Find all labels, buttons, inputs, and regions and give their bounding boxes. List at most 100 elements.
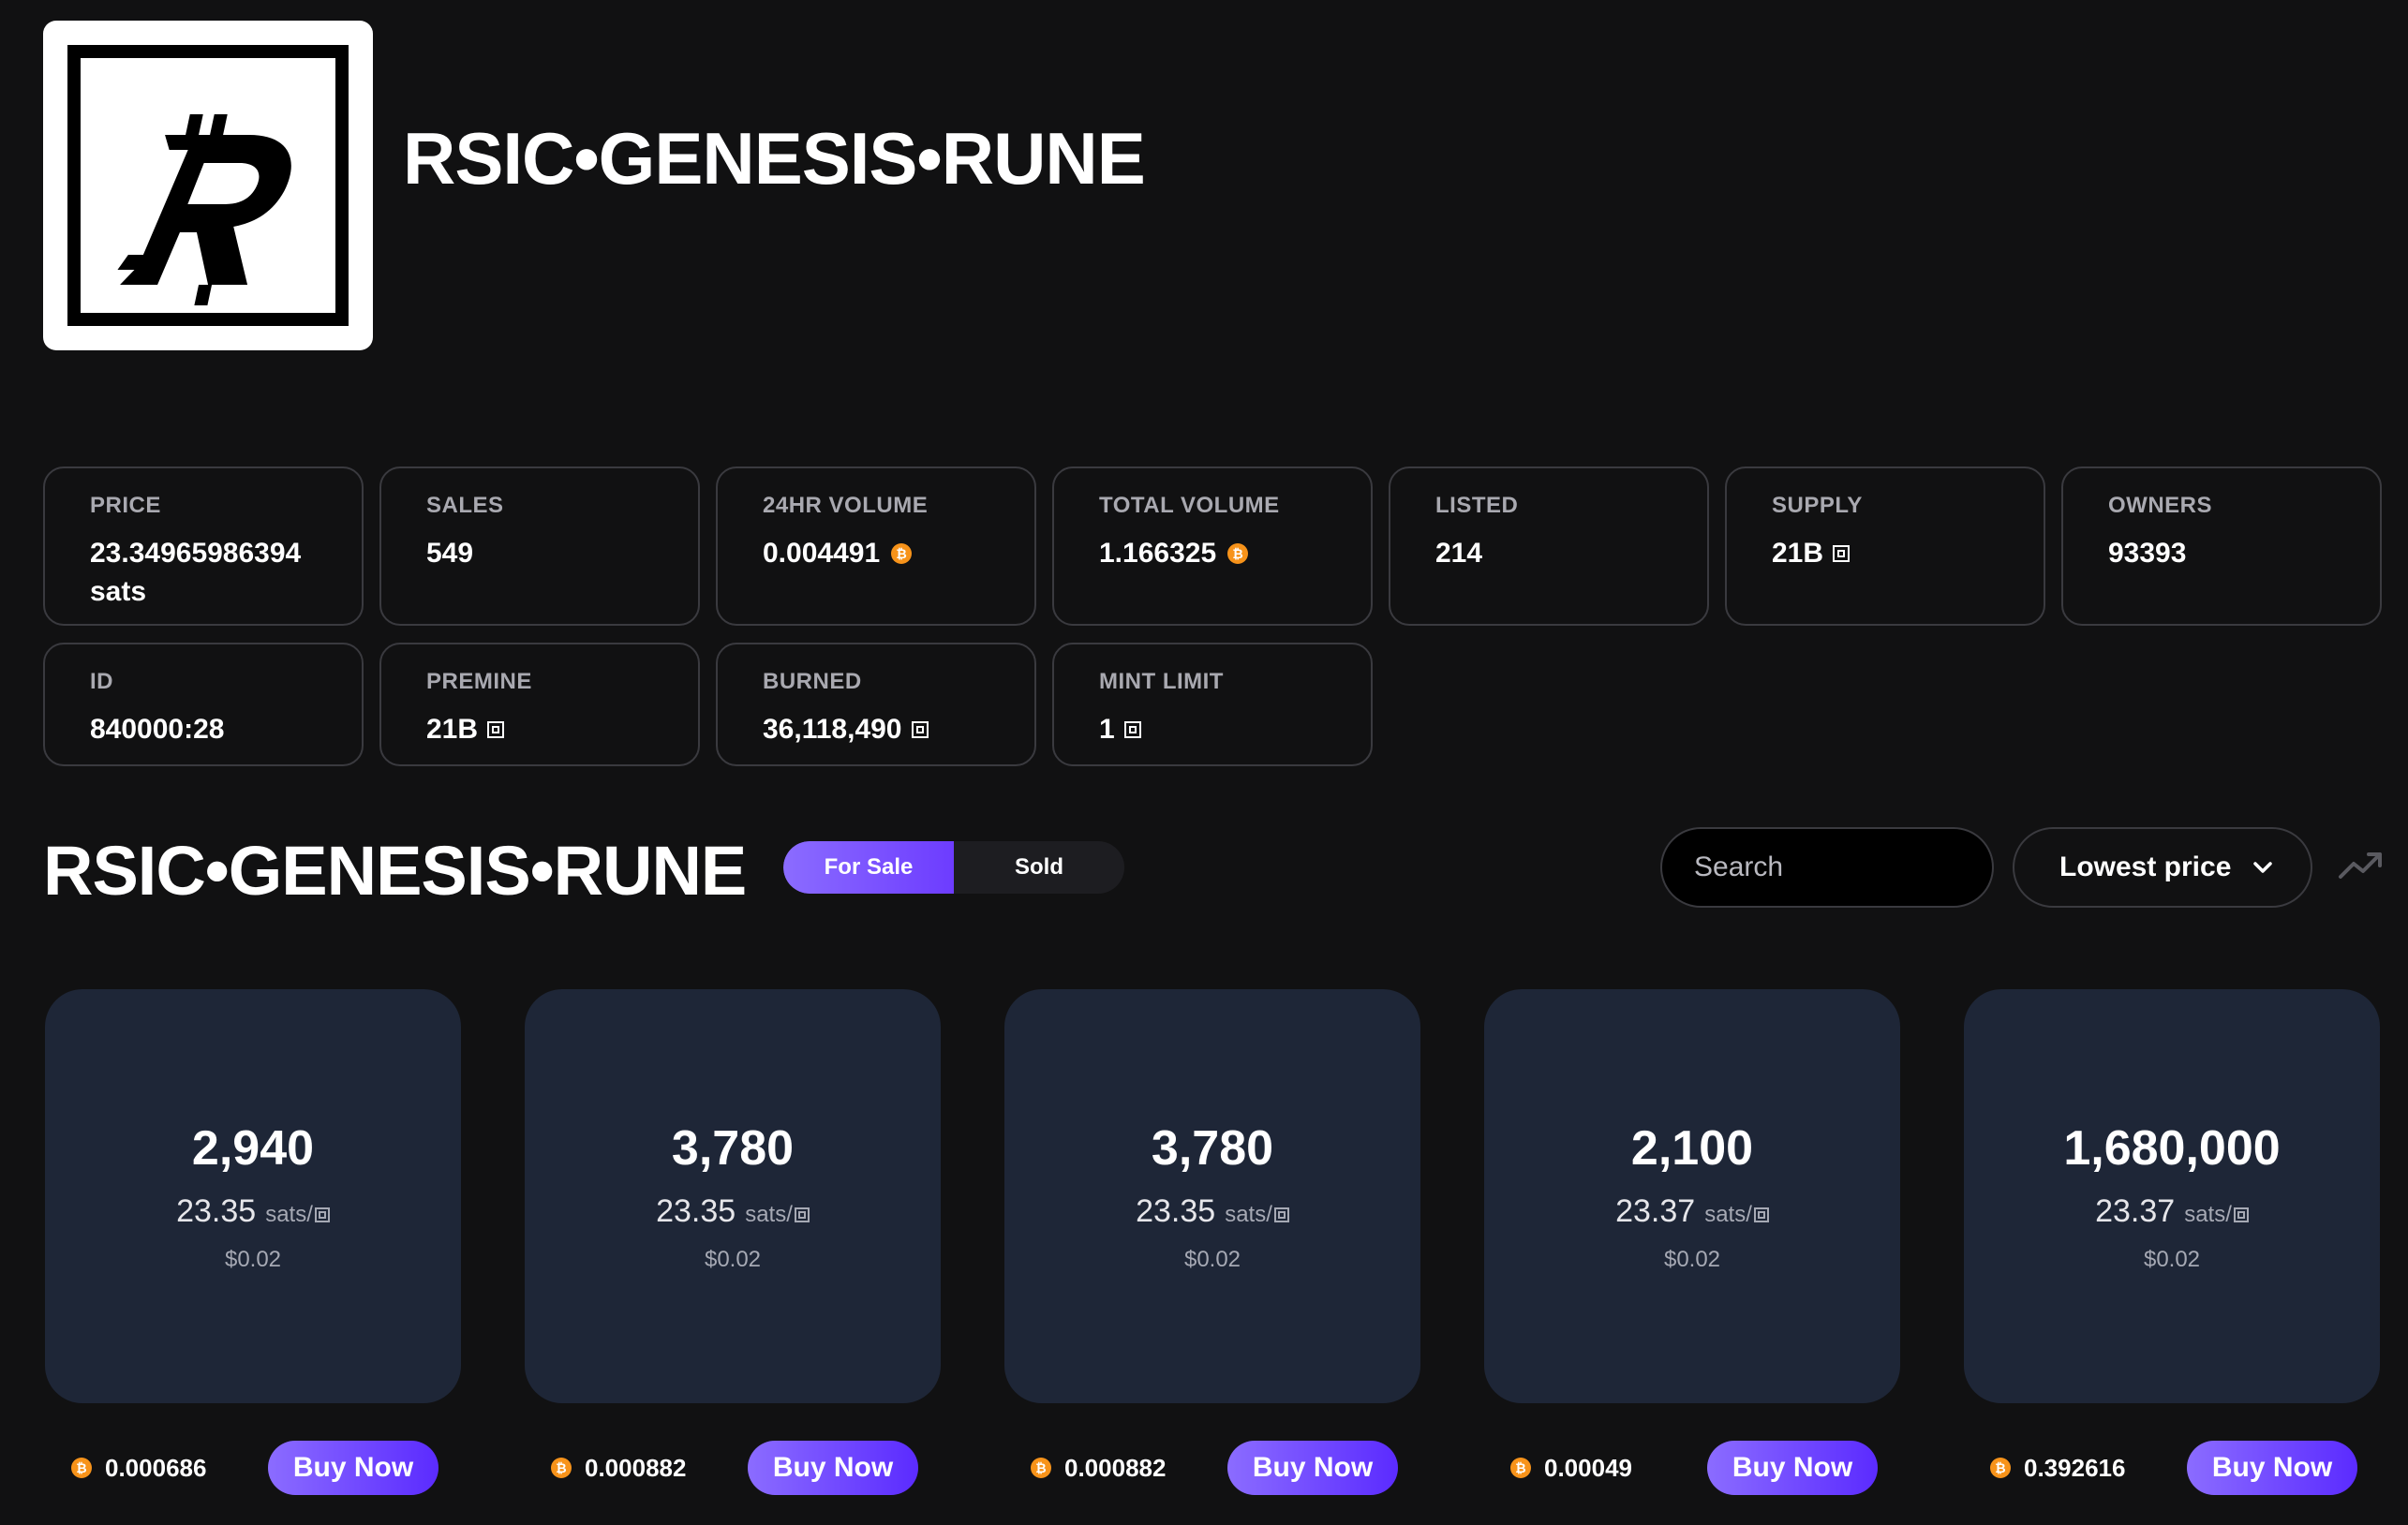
stat-value-row: 0.004491 ₿ xyxy=(763,534,989,572)
btc-icon: ₿ xyxy=(1990,1458,2011,1478)
rate-unit: sats/ xyxy=(265,1202,330,1228)
listing-card[interactable]: 2,100 23.37 sats/ $0.02 ₿ 0.00049 Buy Now xyxy=(1484,989,1900,1495)
stat-label: SUPPLY xyxy=(1772,493,1863,518)
buy-now-button[interactable]: Buy Now xyxy=(268,1441,438,1495)
listing-card[interactable]: 3,780 23.35 sats/ $0.02 ₿ 0.000882 Buy Now xyxy=(525,989,941,1495)
stat-value: 1 xyxy=(1099,714,1115,745)
listing-card-footer: ₿ 0.000882 Buy Now xyxy=(1004,1441,1420,1495)
rune-icon xyxy=(1833,544,1851,562)
btc-total: ₿ 0.000882 xyxy=(1031,1454,1166,1483)
stat-value: 36,118,490 xyxy=(763,714,902,745)
rate-value: 23.35 xyxy=(656,1192,736,1229)
listing-card[interactable]: 1,680,000 23.37 sats/ $0.02 ₿ 0.392616 Buy Now xyxy=(1964,989,2380,1495)
stat-value: 23.34965986394 sats xyxy=(90,538,302,607)
rune-icon xyxy=(314,1207,330,1222)
tab-sold[interactable]: Sold xyxy=(954,841,1124,894)
listing-card-footer: ₿ 0.000686 Buy Now xyxy=(45,1441,461,1495)
listing-card[interactable]: 2,940 23.35 sats/ $0.02 ₿ 0.000686 Buy Now xyxy=(45,989,461,1495)
listing-card-footer: ₿ 0.000882 Buy Now xyxy=(525,1441,941,1495)
rune-amount: 2,940 xyxy=(191,1120,315,1176)
listing-card-footer: ₿ 0.00049 Buy Now xyxy=(1484,1441,1900,1495)
usd-price: $0.02 xyxy=(704,1246,762,1272)
btc-icon: ₿ xyxy=(1510,1458,1531,1478)
stat-value: 21B xyxy=(426,714,479,745)
btc-icon: ₿ xyxy=(1031,1458,1051,1478)
buy-now-button[interactable]: Buy Now xyxy=(1707,1441,1878,1495)
usd-price: $0.02 xyxy=(1183,1246,1241,1272)
rune-amount: 1,680,000 xyxy=(2063,1120,2281,1176)
stat-card-owners: OWNERS 93393 xyxy=(2061,466,2382,626)
stat-label: PREMINE xyxy=(426,669,532,694)
rate-unit: sats/ xyxy=(745,1202,810,1228)
stat-label: LISTED xyxy=(1435,493,1519,518)
stat-value-row: 214 xyxy=(1435,534,1662,572)
rate-unit: sats/ xyxy=(2184,1202,2249,1228)
btc-total-value: 0.000882 xyxy=(585,1453,687,1482)
rune-r-bitcoin-logo-icon xyxy=(117,114,291,305)
buy-now-button[interactable]: Buy Now xyxy=(2187,1441,2357,1495)
stat-label: SALES xyxy=(426,493,504,518)
price-per-rune: 23.35 sats/ xyxy=(1136,1193,1289,1230)
collection-logo xyxy=(43,21,373,350)
stat-value-row: 840000:28 xyxy=(90,710,317,748)
stat-label: ID xyxy=(90,669,113,694)
price-per-rune: 23.37 sats/ xyxy=(2095,1193,2249,1230)
stat-value-row: 1.166325 ₿ xyxy=(1099,534,1326,572)
chevron-down-icon xyxy=(2253,862,2273,873)
search-input[interactable] xyxy=(1692,851,1962,884)
stat-label: PRICE xyxy=(90,493,161,518)
stat-label: OWNERS xyxy=(2108,493,2212,518)
stat-card-price: PRICE 23.34965986394 sats xyxy=(43,466,364,626)
stat-card-total-volume: TOTAL VOLUME 1.166325 ₿ xyxy=(1052,466,1373,626)
stat-card-24hr-volume: 24HR VOLUME 0.004491 ₿ xyxy=(716,466,1036,626)
stat-value-row: 36,118,490 xyxy=(763,710,989,748)
listing-card-body[interactable]: 1,680,000 23.37 sats/ $0.02 xyxy=(1964,989,2380,1403)
sort-dropdown[interactable]: Lowest price xyxy=(2013,827,2312,908)
stat-card-supply: SUPPLY 21B xyxy=(1725,466,2045,626)
usd-price: $0.02 xyxy=(2143,1246,2201,1272)
rune-icon xyxy=(1123,720,1141,738)
listing-card-body[interactable]: 3,780 23.35 sats/ $0.02 xyxy=(525,989,941,1403)
stat-card-premine: PREMINE 21B xyxy=(379,643,700,766)
btc-total-value: 0.000686 xyxy=(105,1453,207,1482)
listing-card-body[interactable]: 2,940 23.35 sats/ $0.02 xyxy=(45,989,461,1403)
rate-value: 23.37 xyxy=(1615,1192,1696,1229)
stat-card-burned: BURNED 36,118,490 xyxy=(716,643,1036,766)
rune-amount: 3,780 xyxy=(1151,1120,1274,1176)
stat-value-row: 93393 xyxy=(2108,534,2335,572)
btc-total: ₿ 0.392616 xyxy=(1990,1454,2125,1483)
rate-unit-label: sats/ xyxy=(265,1201,313,1227)
stat-value-row: 21B xyxy=(426,710,653,748)
btc-total-value: 0.000882 xyxy=(1064,1453,1167,1482)
rune-icon xyxy=(911,720,929,738)
listing-card-body[interactable]: 2,100 23.37 sats/ $0.02 xyxy=(1484,989,1900,1403)
rate-value: 23.37 xyxy=(2095,1192,2176,1229)
listing-card-body[interactable]: 3,780 23.35 sats/ $0.02 xyxy=(1004,989,1420,1403)
stat-value: 21B xyxy=(1772,538,1824,569)
btc-icon: ₿ xyxy=(1227,542,1249,564)
rune-icon xyxy=(2233,1207,2249,1222)
stat-value: 214 xyxy=(1435,538,1483,569)
stat-value: 0.004491 xyxy=(763,538,881,569)
rune-icon xyxy=(487,720,505,738)
listing-card[interactable]: 3,780 23.35 sats/ $0.02 ₿ 0.000882 Buy Now xyxy=(1004,989,1420,1495)
stat-value: 93393 xyxy=(2108,538,2187,569)
rate-value: 23.35 xyxy=(1136,1192,1216,1229)
rune-amount: 2,100 xyxy=(1630,1120,1754,1176)
listing-card-footer: ₿ 0.392616 Buy Now xyxy=(1964,1441,2380,1495)
buy-now-button[interactable]: Buy Now xyxy=(748,1441,918,1495)
btc-icon: ₿ xyxy=(891,542,913,564)
stat-card-listed: LISTED 214 xyxy=(1389,466,1709,626)
btc-total: ₿ 0.000882 xyxy=(551,1454,686,1483)
rate-unit: sats/ xyxy=(1704,1202,1769,1228)
rate-unit-label: sats/ xyxy=(745,1201,793,1227)
sort-selected-label: Lowest price xyxy=(2059,851,2232,882)
rate-value: 23.35 xyxy=(176,1192,257,1229)
trend-chart-icon[interactable] xyxy=(2337,849,2386,882)
stat-value-row: 23.34965986394 sats xyxy=(90,534,317,611)
tab-for-sale[interactable]: For Sale xyxy=(783,841,954,894)
price-per-rune: 23.35 sats/ xyxy=(176,1193,330,1230)
buy-now-button[interactable]: Buy Now xyxy=(1227,1441,1398,1495)
stat-value: 1.166325 xyxy=(1099,538,1217,569)
btc-icon: ₿ xyxy=(71,1458,92,1478)
